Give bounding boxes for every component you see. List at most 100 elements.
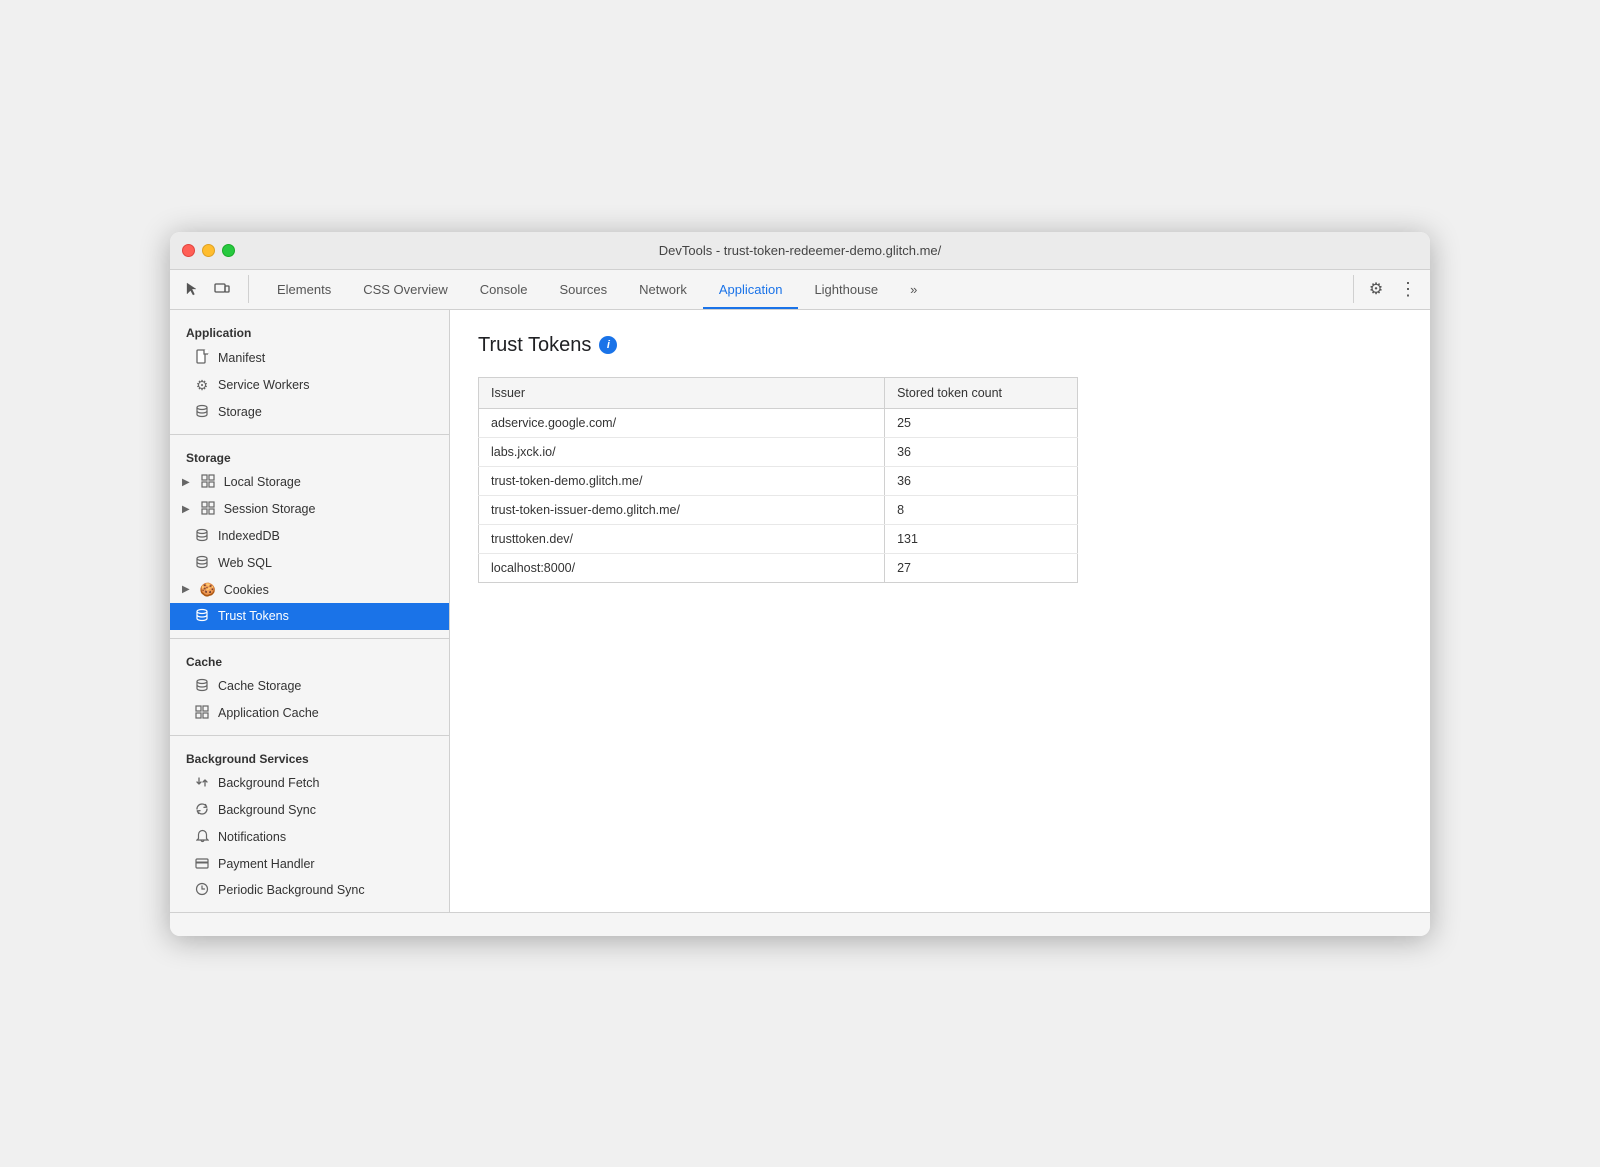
cookies-label: Cookies xyxy=(224,583,269,597)
devtools-window: DevTools - trust-token-redeemer-demo.gli… xyxy=(170,232,1430,936)
table-row[interactable]: trusttoken.dev/131 xyxy=(479,524,1078,553)
tab-console[interactable]: Console xyxy=(464,270,544,309)
minimize-button[interactable] xyxy=(202,244,215,257)
section-label-bg-services: Background Services xyxy=(170,744,449,770)
tab-sources[interactable]: Sources xyxy=(543,270,623,309)
sync-icon xyxy=(194,802,210,819)
cell-issuer: trust-token-demo.glitch.me/ xyxy=(479,466,885,495)
cache-storage-label: Cache Storage xyxy=(218,679,301,693)
bottom-bar xyxy=(170,912,1430,936)
sidebar-item-manifest[interactable]: Manifest xyxy=(170,344,449,372)
sidebar-item-session-storage[interactable]: ▶ Session Storage xyxy=(170,496,449,523)
cell-issuer: adservice.google.com/ xyxy=(479,408,885,437)
table-row[interactable]: trust-token-issuer-demo.glitch.me/8 xyxy=(479,495,1078,524)
sidebar-item-notifications[interactable]: Notifications xyxy=(170,824,449,851)
grid-icon xyxy=(200,474,216,491)
background-fetch-label: Background Fetch xyxy=(218,776,319,790)
trust-tokens-icon xyxy=(194,608,210,625)
toolbar-icons xyxy=(178,275,249,303)
close-button[interactable] xyxy=(182,244,195,257)
tab-more[interactable]: » xyxy=(894,270,933,309)
section-label-storage: Storage xyxy=(170,443,449,469)
toolbar: Elements CSS Overview Console Sources Ne… xyxy=(170,270,1430,310)
cell-count: 131 xyxy=(885,524,1078,553)
main-content: Application Manifest ⚙ Service Workers xyxy=(170,310,1430,912)
clock-icon xyxy=(194,882,210,899)
session-storage-label: Session Storage xyxy=(224,502,316,516)
sidebar-item-storage-app[interactable]: Storage xyxy=(170,399,449,426)
cell-issuer: labs.jxck.io/ xyxy=(479,437,885,466)
panel-title-text: Trust Tokens xyxy=(478,334,591,357)
divider-2 xyxy=(170,638,449,639)
section-label-application: Application xyxy=(170,318,449,344)
cell-issuer: localhost:8000/ xyxy=(479,553,885,582)
arrow-icon-3: ▶ xyxy=(182,584,190,595)
tab-network[interactable]: Network xyxy=(623,270,703,309)
db-icon xyxy=(194,404,210,421)
cell-issuer: trust-token-issuer-demo.glitch.me/ xyxy=(479,495,885,524)
table-row[interactable]: adservice.google.com/25 xyxy=(479,408,1078,437)
table-header-row: Issuer Stored token count xyxy=(479,377,1078,408)
tab-lighthouse[interactable]: Lighthouse xyxy=(798,270,894,309)
gear-icon: ⚙ xyxy=(194,377,210,394)
info-icon[interactable]: i xyxy=(599,336,617,354)
sidebar-item-local-storage[interactable]: ▶ Local Storage xyxy=(170,469,449,496)
window-title: DevTools - trust-token-redeemer-demo.gli… xyxy=(659,243,942,258)
table-row[interactable]: labs.jxck.io/36 xyxy=(479,437,1078,466)
web-sql-label: Web SQL xyxy=(218,556,272,570)
application-cache-label: Application Cache xyxy=(218,706,319,720)
sidebar-item-cookies[interactable]: ▶ 🍪 Cookies xyxy=(170,577,449,603)
tab-elements[interactable]: Elements xyxy=(261,270,347,309)
panel-title-container: Trust Tokens i xyxy=(478,334,1402,357)
sidebar-item-application-cache[interactable]: Application Cache xyxy=(170,700,449,727)
fullscreen-button[interactable] xyxy=(222,244,235,257)
sidebar-item-background-sync[interactable]: Background Sync xyxy=(170,797,449,824)
card-icon xyxy=(194,856,210,872)
grid-icon-3 xyxy=(194,705,210,722)
sidebar-item-web-sql[interactable]: Web SQL xyxy=(170,550,449,577)
section-label-cache: Cache xyxy=(170,647,449,673)
arrow-icon-2: ▶ xyxy=(182,504,190,515)
cell-count: 36 xyxy=(885,466,1078,495)
cell-count: 27 xyxy=(885,553,1078,582)
title-bar: DevTools - trust-token-redeemer-demo.gli… xyxy=(170,232,1430,270)
more-options-button[interactable]: ⋮ xyxy=(1394,275,1422,303)
file-icon xyxy=(194,349,210,367)
arrows-icon xyxy=(194,775,210,792)
sidebar-item-service-workers[interactable]: ⚙ Service Workers xyxy=(170,372,449,399)
sidebar-item-trust-tokens[interactable]: Trust Tokens xyxy=(170,603,449,630)
traffic-lights xyxy=(182,244,235,257)
cell-count: 8 xyxy=(885,495,1078,524)
sidebar-item-background-fetch[interactable]: Background Fetch xyxy=(170,770,449,797)
sidebar-item-payment-handler[interactable]: Payment Handler xyxy=(170,851,449,877)
service-workers-label: Service Workers xyxy=(218,378,309,392)
cell-count: 36 xyxy=(885,437,1078,466)
arrow-icon: ▶ xyxy=(182,477,190,488)
responsive-icon[interactable] xyxy=(208,275,236,303)
table-row[interactable]: trust-token-demo.glitch.me/36 xyxy=(479,466,1078,495)
cursor-icon[interactable] xyxy=(178,275,206,303)
trust-tokens-label: Trust Tokens xyxy=(218,609,289,623)
grid-icon-2 xyxy=(200,501,216,518)
cell-issuer: trusttoken.dev/ xyxy=(479,524,885,553)
bell-icon xyxy=(194,829,210,846)
tab-css-overview[interactable]: CSS Overview xyxy=(347,270,464,309)
notifications-label: Notifications xyxy=(218,830,286,844)
db-icon-2 xyxy=(194,528,210,545)
settings-button[interactable]: ⚙ xyxy=(1362,275,1390,303)
payment-handler-label: Payment Handler xyxy=(218,857,315,871)
sidebar: Application Manifest ⚙ Service Workers xyxy=(170,310,450,912)
divider-3 xyxy=(170,735,449,736)
trust-tokens-table: Issuer Stored token count adservice.goog… xyxy=(478,377,1078,583)
toolbar-right: ⚙ ⋮ xyxy=(1353,275,1422,303)
sidebar-item-periodic-bg-sync[interactable]: Periodic Background Sync xyxy=(170,877,449,904)
local-storage-label: Local Storage xyxy=(224,475,301,489)
background-sync-label: Background Sync xyxy=(218,803,316,817)
db-icon-3 xyxy=(194,555,210,572)
table-row[interactable]: localhost:8000/27 xyxy=(479,553,1078,582)
tab-application[interactable]: Application xyxy=(703,270,799,309)
db-icon-4 xyxy=(194,678,210,695)
sidebar-item-cache-storage[interactable]: Cache Storage xyxy=(170,673,449,700)
sidebar-item-indexeddb[interactable]: IndexedDB xyxy=(170,523,449,550)
tab-bar: Elements CSS Overview Console Sources Ne… xyxy=(261,270,1353,309)
